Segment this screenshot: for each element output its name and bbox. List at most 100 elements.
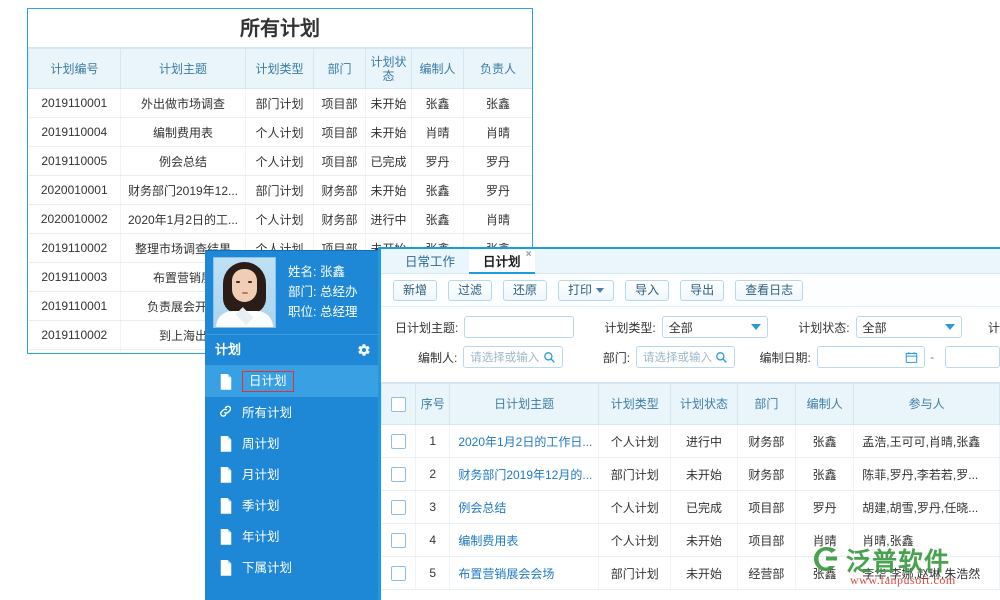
table-row[interactable]: 4编制费用表个人计划未开始项目部肖晴肖晴,张鑫 bbox=[382, 524, 1000, 557]
dept-search-input[interactable]: 请选择或输入 bbox=[636, 346, 735, 368]
row-checkbox[interactable] bbox=[382, 524, 416, 557]
checkbox-icon[interactable] bbox=[391, 533, 406, 548]
plan-type-select[interactable]: 全部 bbox=[662, 316, 768, 338]
table-row[interactable]: 2财务部门2019年12月的...部门计划未开始财务部张鑫陈菲,罗丹,李若若,罗… bbox=[382, 458, 1000, 491]
tab-label: 日计划 bbox=[483, 255, 521, 269]
file-icon bbox=[219, 529, 233, 544]
search-icon[interactable] bbox=[715, 351, 728, 364]
plan-status-select[interactable]: 全部 bbox=[856, 316, 962, 338]
bg-col-header: 计划主题 bbox=[121, 49, 246, 89]
checkbox-icon[interactable] bbox=[391, 397, 406, 412]
create-date-from-input[interactable] bbox=[817, 346, 925, 368]
close-icon[interactable]: × bbox=[526, 250, 532, 260]
table-cell: 未开始 bbox=[366, 89, 412, 118]
create-date-to-input[interactable] bbox=[945, 346, 1000, 368]
sidebar-item-label: 年计划 bbox=[242, 529, 280, 545]
toolbar-button-label: 打印 bbox=[568, 281, 592, 300]
table-row[interactable]: 2019110005例会总结个人计划项目部已完成罗丹罗丹 bbox=[29, 147, 533, 176]
table-row[interactable]: 2019110001外出做市场调查部门计划项目部未开始张鑫张鑫 bbox=[29, 89, 533, 118]
table-cell: 罗丹 bbox=[464, 176, 533, 205]
toolbar-button-7[interactable]: 查看日志 bbox=[735, 280, 803, 301]
filter-label-subject: 日计划主题: bbox=[395, 319, 458, 336]
table-row[interactable]: 2019110004编制费用表个人计划项目部未开始肖晴肖晴 bbox=[29, 118, 533, 147]
toolbar-button-6[interactable]: 导出 bbox=[680, 280, 724, 301]
file-icon bbox=[219, 560, 233, 575]
table-row[interactable]: 2020010001财务部门2019年12...部门计划财务部未开始张鑫罗丹 bbox=[29, 176, 533, 205]
sidebar-item-label: 季计划 bbox=[242, 498, 280, 514]
table-cell: 2019110002 bbox=[29, 321, 121, 350]
search-icon[interactable] bbox=[543, 351, 556, 364]
filter-label-author: 编制人: bbox=[395, 349, 457, 366]
sidebar-item-7[interactable]: 下属计划 bbox=[205, 552, 381, 583]
daily-plan-panel: 日常工作日计划× 新增过滤还原打印导入导出查看日志 日计划主题: 计划类型: 全… bbox=[378, 247, 1000, 600]
bg-col-header: 部门 bbox=[314, 49, 366, 89]
row-checkbox[interactable] bbox=[382, 458, 416, 491]
row-index: 3 bbox=[416, 491, 450, 524]
row-checkbox[interactable] bbox=[382, 557, 416, 590]
row-subject-link[interactable]: 布置营销展会会场 bbox=[450, 557, 599, 590]
user-profile: 姓名: 张鑫 部门: 总经办 职位: 总经理 bbox=[205, 251, 381, 334]
tab-1[interactable]: 日常工作 bbox=[391, 250, 469, 274]
avatar-eye-right bbox=[248, 281, 252, 283]
subject-input[interactable] bbox=[464, 316, 574, 338]
filter-row-2: 编制人: 请选择或输入 部门: 请选择或输入 编制日期: bbox=[381, 344, 1000, 370]
row-plan-type: 个人计划 bbox=[599, 425, 671, 458]
row-subject-link[interactable]: 编制费用表 bbox=[450, 524, 599, 557]
toolbar-button-5[interactable]: 导入 bbox=[625, 280, 669, 301]
table-row[interactable]: 20200100022020年1月2日的工...个人计划财务部进行中张鑫肖晴 bbox=[29, 205, 533, 234]
row-subject-link[interactable]: 财务部门2019年12月的... bbox=[450, 458, 599, 491]
plan-status-value: 全部 bbox=[863, 319, 887, 336]
toolbar-button-2[interactable]: 过滤 bbox=[448, 280, 492, 301]
sidebar-item-4[interactable]: 月计划 bbox=[205, 459, 381, 490]
toolbar: 新增过滤 还原 打印 导入导出查看日志 bbox=[381, 274, 1000, 307]
table-cell: 已完成 bbox=[366, 147, 412, 176]
plan-section-header: 计划 bbox=[205, 334, 381, 366]
grid-body: 12020年1月2日的工作日...个人计划进行中财务部张鑫孟浩,王可可,肖晴,张… bbox=[382, 425, 1000, 590]
row-checkbox[interactable] bbox=[382, 425, 416, 458]
grid-col-header: 序号 bbox=[416, 384, 450, 425]
table-cell: 罗丹 bbox=[412, 147, 464, 176]
select-all-checkbox[interactable] bbox=[382, 384, 416, 425]
row-author: 罗丹 bbox=[795, 491, 853, 524]
toolbar-button-1[interactable]: 新增 bbox=[393, 280, 437, 301]
table-row[interactable]: 12020年1月2日的工作日...个人计划进行中财务部张鑫孟浩,王可可,肖晴,张… bbox=[382, 425, 1000, 458]
dept-placeholder: 请选择或输入 bbox=[643, 349, 712, 365]
row-subject-link[interactable]: 例会总结 bbox=[450, 491, 599, 524]
table-row[interactable]: 5布置营销展会会场部门计划未开始经营部张鑫李华,李娜,赵琳,朱浩然 bbox=[382, 557, 1000, 590]
row-subject-link[interactable]: 2020年1月2日的工作日... bbox=[450, 425, 599, 458]
toolbar-button-4[interactable]: 打印 bbox=[558, 280, 614, 301]
checkbox-icon[interactable] bbox=[391, 434, 406, 449]
sidebar-item-label: 周计划 bbox=[242, 436, 280, 452]
author-search-input[interactable]: 请选择或输入 bbox=[463, 346, 562, 368]
table-cell: 部门计划 bbox=[246, 89, 314, 118]
sidebar-item-3[interactable]: 周计划 bbox=[205, 428, 381, 459]
sidebar-item-1[interactable]: 日计划 bbox=[205, 366, 381, 397]
checkbox-icon[interactable] bbox=[391, 500, 406, 515]
sidebar-item-5[interactable]: 季计划 bbox=[205, 490, 381, 521]
bg-col-header: 计划类型 bbox=[246, 49, 314, 89]
grid-col-header: 编制人 bbox=[795, 384, 853, 425]
table-cell: 2019110003 bbox=[29, 263, 121, 292]
row-participants: 孟浩,王可可,肖晴,张鑫 bbox=[854, 425, 1000, 458]
row-checkbox[interactable] bbox=[382, 491, 416, 524]
checkbox-icon[interactable] bbox=[391, 467, 406, 482]
table-cell: 肖晴 bbox=[464, 205, 533, 234]
table-cell: 个人计划 bbox=[246, 118, 314, 147]
plan-type-value: 全部 bbox=[669, 319, 693, 336]
checkbox-icon[interactable] bbox=[391, 566, 406, 581]
toolbar-button-3[interactable]: 还原 bbox=[503, 280, 547, 301]
toolbar-button-label: 还原 bbox=[513, 281, 537, 300]
row-plan-status: 未开始 bbox=[671, 458, 737, 491]
table-row[interactable]: 3例会总结个人计划已完成项目部罗丹胡建,胡雪,罗丹,任晓... bbox=[382, 491, 1000, 524]
table-cell: 2019110002 bbox=[29, 234, 121, 263]
sidebar-item-2[interactable]: 所有计划 bbox=[205, 397, 381, 428]
filter-label-create-date: 编制日期: bbox=[759, 349, 810, 366]
date-range-separator: - bbox=[930, 350, 934, 364]
calendar-icon[interactable] bbox=[905, 351, 918, 364]
file-icon bbox=[219, 436, 233, 451]
tab-2[interactable]: 日计划 × bbox=[469, 250, 535, 274]
table-cell: 个人计划 bbox=[246, 147, 314, 176]
sidebar-item-6[interactable]: 年计划 bbox=[205, 521, 381, 552]
bg-col-header: 计划编号 bbox=[29, 49, 121, 89]
gear-icon[interactable] bbox=[357, 343, 371, 357]
